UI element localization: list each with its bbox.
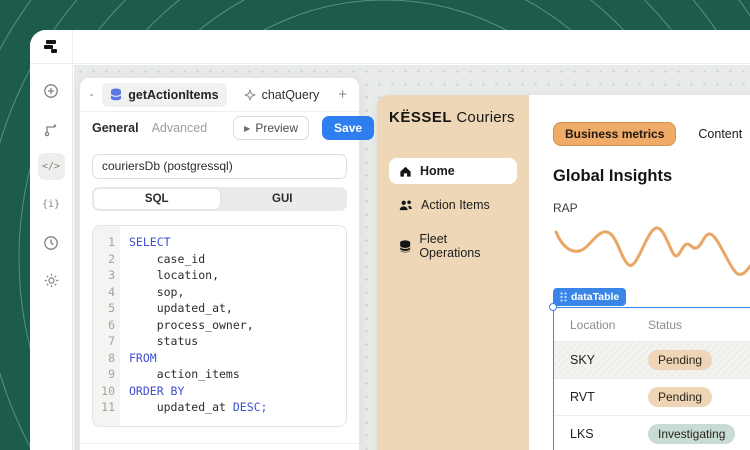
- state-icon[interactable]: {i}: [38, 191, 65, 218]
- resize-handle[interactable]: [549, 303, 557, 311]
- app-brand: KËSSEL Couriers: [389, 109, 517, 126]
- preview-button[interactable]: ▶ Preview: [233, 116, 309, 140]
- nav-item-home[interactable]: Home: [389, 158, 517, 184]
- brand-regular: Couriers: [452, 109, 515, 126]
- query-toolbar: General Advanced ▶ Preview Save: [80, 112, 359, 144]
- app-sidebar: KËSSEL Couriers Home: [377, 95, 529, 450]
- query-tab-label: getActionItems: [128, 88, 218, 102]
- top-bar: [30, 30, 750, 64]
- status-badge: Investigating: [648, 424, 735, 444]
- column-header-status[interactable]: Status: [640, 308, 750, 342]
- app-preview: KËSSEL Couriers Home: [377, 95, 750, 450]
- app-content: Business metrics Content Global Insights…: [529, 95, 750, 450]
- table-row[interactable]: LKSInvestigating: [554, 416, 750, 450]
- sparkle-icon: [244, 89, 256, 101]
- table-body: SKYPendingRVTPendingLKSInvestigatingRVTP…: [554, 342, 750, 450]
- rap-line-chart[interactable]: [553, 218, 750, 280]
- query-tab-chatquery[interactable]: chatQuery: [236, 83, 328, 107]
- panel-divider: [80, 443, 359, 444]
- database-icon: [110, 88, 122, 101]
- tab-content[interactable]: Content: [698, 127, 742, 141]
- left-icon-rail: </> {i}: [30, 65, 73, 450]
- save-button[interactable]: Save: [322, 116, 374, 140]
- table-row[interactable]: SKYPending: [554, 342, 750, 379]
- database-icon: [399, 240, 411, 253]
- logo-cell[interactable]: [30, 30, 73, 63]
- chart-label: RAP: [553, 201, 750, 215]
- code-icon[interactable]: </>: [38, 153, 65, 180]
- editor-canvas[interactable]: getActionItems chatQuery + General Advan…: [74, 65, 750, 450]
- data-table-component: dataTable Location Status: [553, 288, 750, 450]
- query-tab-getactionitems[interactable]: getActionItems: [102, 83, 226, 107]
- data-table: Location Status SKYPendingRVTPendingLKSI…: [554, 308, 750, 450]
- add-query-tab-button[interactable]: +: [336, 87, 349, 102]
- tab-business-metrics[interactable]: Business metrics: [553, 122, 676, 146]
- play-icon: ▶: [244, 124, 250, 133]
- settings-icon[interactable]: [38, 267, 65, 294]
- page-title: Global Insights: [553, 167, 750, 186]
- resource-select[interactable]: couriersDb (postgressql): [92, 154, 347, 179]
- history-icon[interactable]: [38, 229, 65, 256]
- query-tab-label: chatQuery: [262, 88, 320, 102]
- code-lines: SELECT case_id location, sop, updated_at…: [120, 226, 346, 426]
- sql-code-editor[interactable]: 1234567891011 SELECT case_id location, s…: [92, 225, 347, 427]
- query-tab-bar: getActionItems chatQuery +: [80, 78, 359, 112]
- data-table-frame[interactable]: Location Status SKYPendingRVTPendingLKSI…: [553, 307, 750, 450]
- content-tabs: Business metrics Content: [553, 122, 750, 146]
- nav-item-fleet-operations[interactable]: Fleet Operations: [389, 226, 517, 266]
- home-icon: [399, 165, 412, 178]
- status-badge: Pending: [648, 350, 712, 370]
- drag-handle-icon: [560, 292, 567, 302]
- nav-item-action-items[interactable]: Action Items: [389, 192, 517, 218]
- component-selection-badge[interactable]: dataTable: [553, 288, 626, 306]
- column-header-location[interactable]: Location: [554, 308, 640, 342]
- query-editor-panel: getActionItems chatQuery + General Advan…: [79, 77, 360, 450]
- brand-bold: KËSSEL: [389, 109, 452, 126]
- app-builder-window: </> {i}: [30, 30, 750, 450]
- add-icon[interactable]: [38, 77, 65, 104]
- status-badge: Pending: [648, 387, 712, 407]
- users-icon: [399, 199, 413, 212]
- retool-logo-icon: [42, 38, 60, 56]
- sql-mode-tab[interactable]: SQL: [94, 189, 220, 209]
- tab-advanced[interactable]: Advanced: [152, 121, 208, 135]
- code-gutter: 1234567891011: [93, 226, 120, 426]
- gui-mode-tab[interactable]: GUI: [220, 189, 346, 209]
- workflow-icon[interactable]: [38, 115, 65, 142]
- sql-gui-toggle: SQL GUI: [92, 187, 347, 211]
- menu-icon[interactable]: [90, 89, 93, 101]
- tab-general[interactable]: General: [92, 121, 139, 135]
- app-nav: Home Action Items: [389, 158, 517, 266]
- table-row[interactable]: RVTPending: [554, 379, 750, 416]
- screenshot-stage: </> {i}: [0, 0, 750, 450]
